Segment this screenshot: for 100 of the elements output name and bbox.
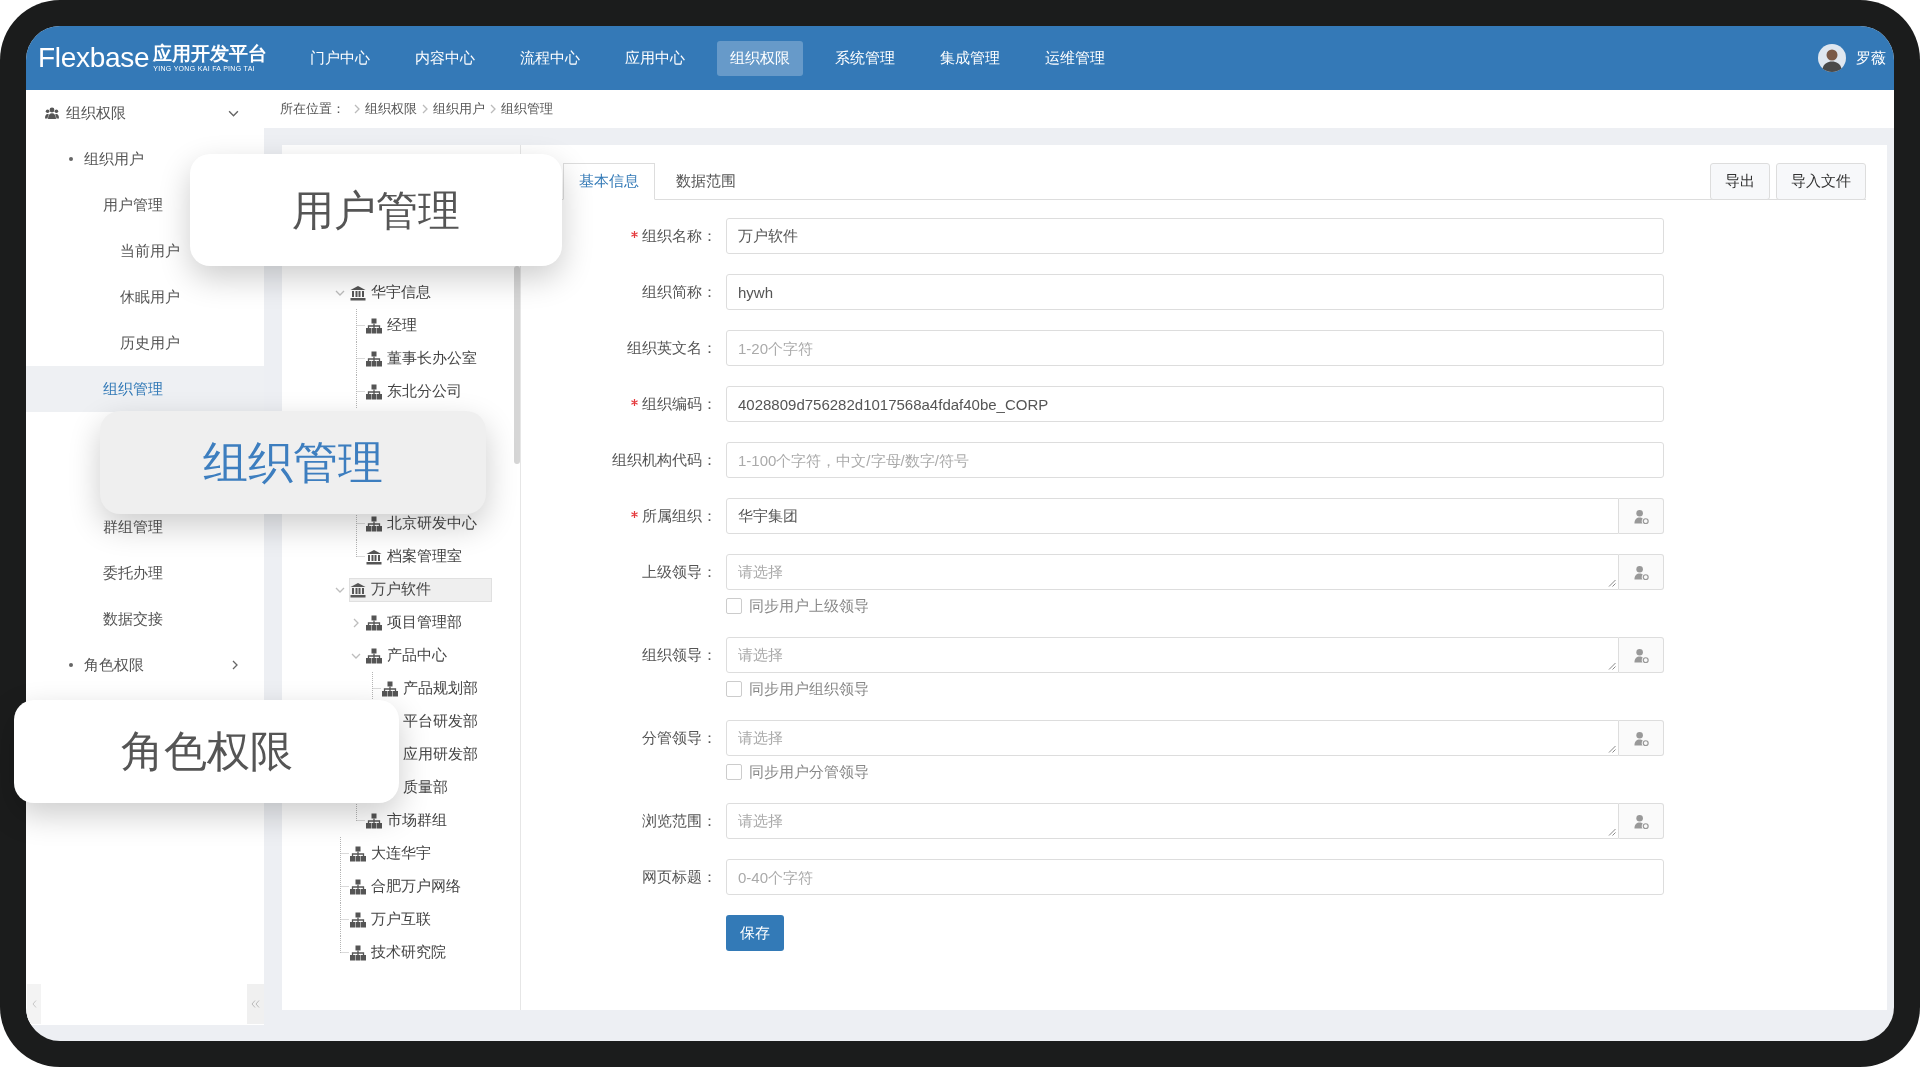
resize-handle-icon[interactable] <box>1608 828 1616 836</box>
resize-handle-icon[interactable] <box>1608 662 1616 670</box>
tree-node[interactable]: 产品规划部 <box>381 676 478 701</box>
sidebar-item[interactable]: 组织管理 <box>26 366 264 412</box>
nav-tab[interactable]: 系统管理 <box>822 40 909 76</box>
bullet-icon <box>69 157 73 161</box>
double-chevron-left-icon <box>251 1000 260 1008</box>
tree-node[interactable]: 东北分公司 <box>365 379 462 404</box>
user-icon <box>1633 730 1649 746</box>
tree-node[interactable]: 应用研发部 <box>403 742 478 767</box>
chevron-right-icon <box>422 104 428 114</box>
textarea-field[interactable]: 请选择 <box>726 637 1619 673</box>
tab[interactable]: 基本信息 <box>563 163 655 200</box>
building-icon <box>350 581 366 598</box>
breadcrumb-link[interactable]: 组织权限 <box>365 99 417 119</box>
nav-tab[interactable]: 应用中心 <box>612 40 699 76</box>
user-picker-button[interactable] <box>1619 554 1664 590</box>
tree-node[interactable]: 平台研发部 <box>403 709 478 734</box>
tree-connector <box>356 342 365 375</box>
chevron-right-icon[interactable] <box>232 660 238 670</box>
sidebar-item[interactable]: 组织用户 <box>26 147 144 171</box>
scrollbar-thumb[interactable] <box>514 266 520 464</box>
tree-connector <box>356 375 365 408</box>
tree-node[interactable]: 合肥万户网络 <box>349 874 461 899</box>
checkbox[interactable] <box>726 681 742 697</box>
org-chart-icon <box>350 911 366 928</box>
user-picker-button[interactable] <box>1619 498 1664 534</box>
checkbox[interactable] <box>726 598 742 614</box>
sidebar-item[interactable]: 用户管理 <box>26 193 163 217</box>
tree-node[interactable]: 市场群组 <box>365 808 447 833</box>
text-field[interactable]: 华宇集团 <box>726 498 1619 534</box>
nav-tab[interactable]: 流程中心 <box>507 40 594 76</box>
textarea-field[interactable]: 请选择 <box>726 720 1619 756</box>
nav-tab[interactable]: 集成管理 <box>927 40 1014 76</box>
textarea-field[interactable]: 请选择 <box>726 803 1619 839</box>
sidebar-item[interactable]: 历史用户 <box>26 331 180 355</box>
toolbar-button[interactable]: 导出 <box>1710 163 1770 200</box>
magnified-callout: 用户管理 <box>190 154 562 266</box>
field-label: 组织编码： <box>642 393 717 414</box>
nav-tab[interactable]: 门户中心 <box>297 40 384 76</box>
tree-node[interactable]: 华宇信息 <box>349 280 431 305</box>
text-field[interactable]: hywh <box>726 274 1664 310</box>
tree-node[interactable]: 质量部 <box>403 775 448 800</box>
checkbox-label: 同步用户上级领导 <box>749 595 869 616</box>
resize-handle-icon[interactable] <box>1608 579 1616 587</box>
org-chart-icon <box>366 812 382 829</box>
tree-node[interactable]: 技术研究院 <box>349 940 446 965</box>
tree-node[interactable]: 产品中心 <box>365 643 447 668</box>
nav-tab[interactable]: 内容中心 <box>402 40 489 76</box>
toolbar-button[interactable]: 导入文件 <box>1776 163 1866 200</box>
sidebar-item[interactable]: 角色权限 <box>26 642 264 688</box>
user-picker-button[interactable] <box>1619 803 1664 839</box>
text-field[interactable]: 1-20个字符 <box>726 330 1664 366</box>
org-chart-icon <box>382 680 398 697</box>
org-chart-icon <box>366 515 382 532</box>
breadcrumb-link[interactable]: 组织管理 <box>501 99 553 119</box>
magnified-callout: 组织管理 <box>100 411 486 514</box>
tree-node[interactable]: 档案管理室 <box>365 544 462 569</box>
sidebar-item[interactable]: 委托办理 <box>26 561 163 585</box>
save-button[interactable]: 保存 <box>726 915 784 951</box>
bullet-icon <box>69 663 73 667</box>
org-chart-icon <box>350 845 366 862</box>
chevron-left-icon <box>31 1000 37 1008</box>
user-picker-button[interactable] <box>1619 637 1664 673</box>
sidebar-item[interactable]: 数据交接 <box>26 607 163 631</box>
tree-node[interactable]: 经理 <box>365 313 417 338</box>
textarea-field[interactable]: 请选择 <box>726 554 1619 590</box>
checkbox-label: 同步用户组织领导 <box>749 678 869 699</box>
tree-node[interactable]: 董事长办公室 <box>365 346 477 371</box>
field-label: 组织简称： <box>642 281 717 302</box>
field-label: 浏览范围： <box>642 810 717 831</box>
text-field[interactable]: 万户软件 <box>726 218 1664 254</box>
tree-node[interactable]: 万户互联 <box>349 907 431 932</box>
tree-node[interactable]: 大连华宇 <box>349 841 431 866</box>
breadcrumb-link[interactable]: 组织用户 <box>433 99 485 119</box>
checkbox[interactable] <box>726 764 742 780</box>
chevron-down-icon[interactable] <box>228 109 239 117</box>
tab[interactable]: 数据范围 <box>661 163 751 200</box>
text-field[interactable]: 1-100个字符，中文/字母/数字/符号 <box>726 442 1664 478</box>
sidebar-item[interactable]: 群组管理 <box>26 515 163 539</box>
field-label: 上级领导： <box>642 561 717 582</box>
user-name[interactable]: 罗薇 <box>1856 46 1886 70</box>
users-icon <box>45 107 59 119</box>
tree-node[interactable]: 项目管理部 <box>365 610 462 635</box>
tree-connector <box>356 309 365 342</box>
resize-handle-icon[interactable] <box>1608 745 1616 753</box>
tree-node[interactable]: 北京研发中心 <box>365 511 477 536</box>
tree-node[interactable]: 万户软件 <box>349 577 492 602</box>
scroll-left-button[interactable] <box>27 984 41 1024</box>
avatar-icon[interactable] <box>1818 44 1846 72</box>
field-label: 组织英文名： <box>627 337 717 358</box>
nav-tab[interactable]: 运维管理 <box>1032 40 1119 76</box>
user-picker-button[interactable] <box>1619 720 1664 756</box>
text-field[interactable]: 4028809d756282d1017568a4fdaf40be_CORP <box>726 386 1664 422</box>
tree-connector <box>340 870 349 903</box>
sidebar-item[interactable]: 当前用户 <box>26 239 180 263</box>
sidebar-item[interactable]: 休眠用户 <box>26 285 180 309</box>
field-label: 网页标题： <box>642 866 717 887</box>
text-field[interactable]: 0-40个字符 <box>726 859 1664 895</box>
sidebar-section-header[interactable]: 组织权限 <box>26 90 264 136</box>
